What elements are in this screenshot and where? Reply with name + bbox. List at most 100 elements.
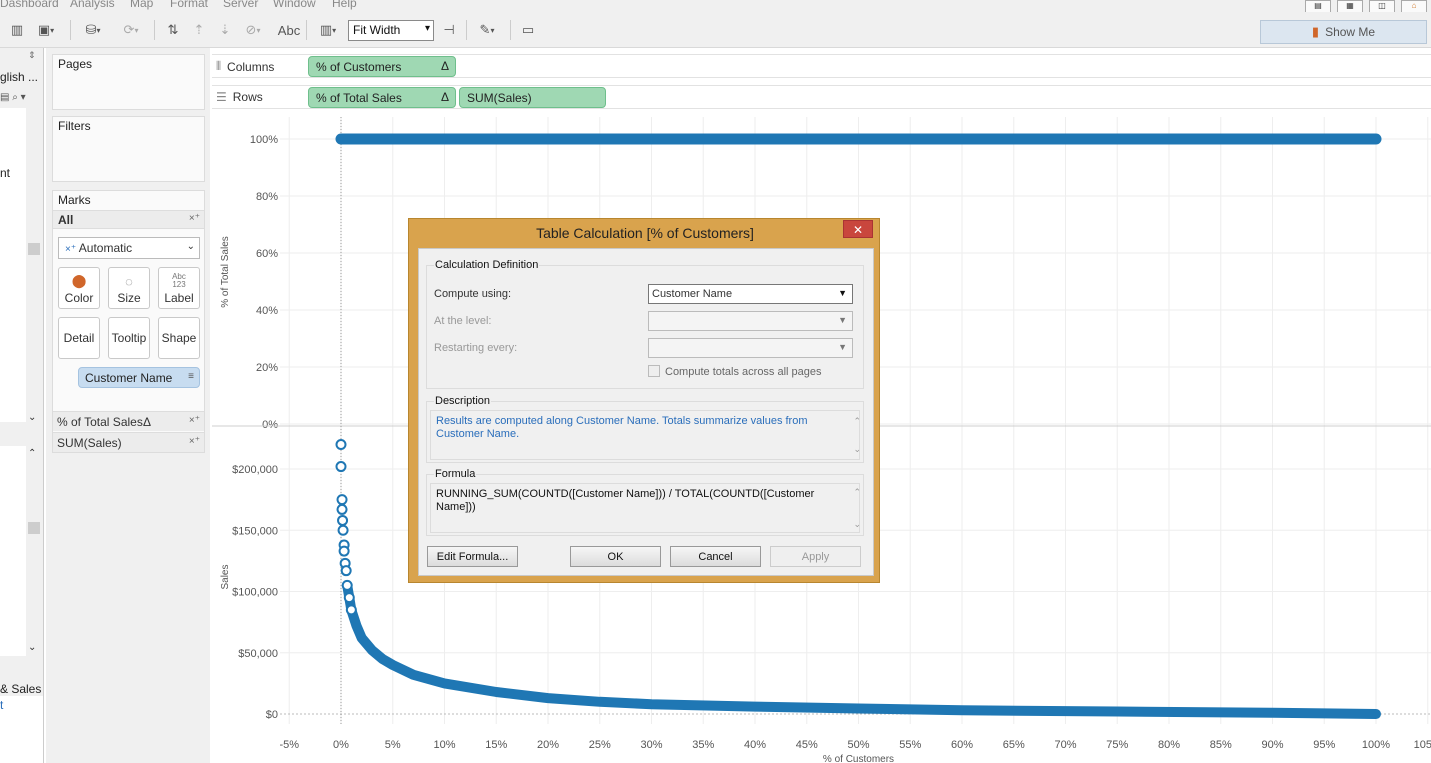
x-tick-label: 0% [333, 739, 349, 751]
detail-button[interactable]: Detail [58, 317, 100, 359]
dimensions-scrollbar[interactable] [26, 108, 42, 422]
marks-tab-sum-sales[interactable]: SUM(Sales) ×⁺ [53, 432, 204, 452]
refresh-icon[interactable]: ⟳ ▾ [116, 20, 146, 40]
mark-type-select[interactable]: ×⁺ Automatic ⌄ [58, 237, 200, 259]
measures-scrollbar[interactable] [26, 460, 42, 645]
show-me-button[interactable]: ▮ Show Me [1260, 20, 1427, 44]
scroll-up-icon[interactable]: ⌃ [853, 416, 861, 427]
rows-shelf[interactable]: ☰ Rows % of Total Sales Δ SUM(Sales) [212, 85, 1431, 109]
scroll-up-icon[interactable]: ⌃ [853, 487, 861, 498]
compute-using-select[interactable]: Customer Name ▼ [648, 284, 853, 304]
columns-shelf[interactable]: ⫴ Columns % of Customers Δ [212, 54, 1431, 78]
y-tick-label: 0% [262, 419, 278, 431]
dialog-body: Calculation Definition Compute using: Cu… [418, 248, 874, 576]
formula-group: Formula RUNNING_SUM(COUNTD([Customer Nam… [426, 468, 864, 536]
field-item[interactable]: nt [0, 166, 10, 180]
menu-window[interactable]: Window [273, 0, 316, 10]
at-level-select[interactable]: ▼ [648, 311, 853, 331]
search-icon[interactable]: ▤ ⌕ ▾ [0, 92, 26, 103]
scroll-up-icon[interactable]: ⌃ [28, 448, 36, 459]
apply-button[interactable]: Apply [770, 546, 861, 567]
fit-select[interactable]: Fit Width ▾ [348, 20, 434, 41]
columns-icon: ⫴ [216, 59, 222, 73]
size-button[interactable]: ◌ Size [108, 267, 150, 309]
swap-icon[interactable]: ⇅ [162, 20, 184, 40]
filters-card[interactable]: Filters [52, 116, 205, 182]
show-marks-icon[interactable]: ▥ ▾ [312, 20, 344, 40]
pages-title: Pages [58, 57, 93, 71]
marks-title: Marks [58, 193, 91, 207]
presentation-icon[interactable]: ▭ [516, 20, 540, 40]
series-curve [342, 580, 1381, 719]
cancel-button[interactable]: Cancel [670, 546, 761, 567]
parameter-item[interactable]: t [0, 698, 3, 712]
x-tick-label: 30% [640, 739, 662, 751]
label-icon: Abc 123 [172, 272, 186, 289]
x-tick-label: 75% [1106, 739, 1128, 751]
compute-totals-checkbox[interactable] [648, 365, 660, 377]
scroll-down-icon[interactable]: ⌄ [28, 412, 36, 423]
x-tick-label: 55% [899, 739, 921, 751]
menu-help[interactable]: Help [332, 0, 357, 10]
data-point [337, 524, 349, 536]
data-source-icon[interactable]: ⛁ ▾ [78, 20, 108, 40]
table-calculation-dialog: Table Calculation [% of Customers] ✕ Cal… [408, 218, 880, 583]
menu-format[interactable]: Format [170, 0, 208, 10]
data-point [338, 545, 350, 557]
y-tick-label: 80% [256, 191, 278, 203]
menu-analysis[interactable]: Analysis [70, 0, 115, 10]
percent-of-customers-pill[interactable]: % of Customers Δ [308, 56, 456, 77]
tooltip-button[interactable]: Tooltip [108, 317, 150, 359]
scroll-down-icon[interactable]: ⌄ [853, 519, 861, 530]
x-tick-label: 50% [847, 739, 869, 751]
percent-of-total-sales-pill[interactable]: % of Total Sales Δ [308, 87, 456, 108]
x-tick-label: 70% [1054, 739, 1076, 751]
restarting-every-select[interactable]: ▼ [648, 338, 853, 358]
sum-sales-pill[interactable]: SUM(Sales) [459, 87, 606, 108]
expand-icon[interactable]: ×⁺ [189, 436, 200, 447]
x-tick-label: 5% [385, 739, 401, 751]
scroll-down-icon[interactable]: ⌄ [853, 444, 861, 455]
show-labels-button[interactable]: Abc [276, 20, 302, 40]
x-tick-label: 40% [744, 739, 766, 751]
y-tick-label: 20% [256, 362, 278, 374]
data-point [335, 461, 347, 473]
y-tick-label: 60% [256, 248, 278, 260]
y-tick-label: 40% [256, 305, 278, 317]
y-axis-title: % of Total Sales [220, 236, 231, 308]
menu-dashboard[interactable]: Dashboard [0, 0, 59, 10]
automatic-icon: ×⁺ [65, 244, 77, 255]
label-button[interactable]: Abc 123 Label [158, 267, 200, 309]
sort-ascending-icon[interactable]: ⇡ [188, 20, 210, 40]
x-tick-label: 90% [1261, 739, 1283, 751]
ok-button[interactable]: OK [570, 546, 661, 567]
x-axis-title: % of Customers [823, 754, 894, 763]
menu-server[interactable]: Server [223, 0, 258, 10]
data-point [337, 514, 349, 526]
delta-icon: Δ [440, 90, 449, 104]
all-tab[interactable]: All ×⁺ [53, 210, 204, 229]
shape-button[interactable]: Shape [158, 317, 200, 359]
expand-icon[interactable]: ×⁺ [189, 213, 200, 224]
formula-text: RUNNING_SUM(COUNTD([Customer Name])) / T… [430, 483, 860, 533]
sort-icon[interactable]: ⇕ [28, 50, 36, 61]
marks-card: Marks All ×⁺ ×⁺ Automatic ⌄ ⬤ Color ◌ Si… [52, 190, 205, 453]
close-icon[interactable]: ✕ [843, 220, 873, 238]
pages-card[interactable]: Pages [52, 54, 205, 110]
sort-descending-icon[interactable]: ⇣ [214, 20, 236, 40]
set-item[interactable]: & Sales [0, 682, 41, 696]
clear-sheet-icon[interactable]: ▣ ▾ [32, 20, 60, 40]
attach-icon[interactable]: ⊘ ▾ [240, 20, 266, 40]
scroll-down-icon[interactable]: ⌄ [28, 642, 36, 653]
datasource-name[interactable]: glish ... [0, 70, 38, 84]
expand-icon[interactable]: ×⁺ [189, 415, 200, 426]
menu-map[interactable]: Map [130, 0, 153, 10]
description-group: Description Results are computed along C… [426, 395, 864, 463]
new-sheet-icon[interactable]: ▥ [6, 20, 28, 40]
marks-tab-total-sales[interactable]: % of Total Sales Δ ×⁺ [53, 411, 204, 431]
customer-name-detail-pill[interactable]: Customer Name ≡ [78, 367, 200, 388]
edit-formula-button[interactable]: Edit Formula... [427, 546, 518, 567]
fix-axes-icon[interactable]: ⊣ [438, 20, 460, 40]
highlight-icon[interactable]: ✎ ▾ [472, 20, 502, 40]
color-button[interactable]: ⬤ Color [58, 267, 100, 309]
